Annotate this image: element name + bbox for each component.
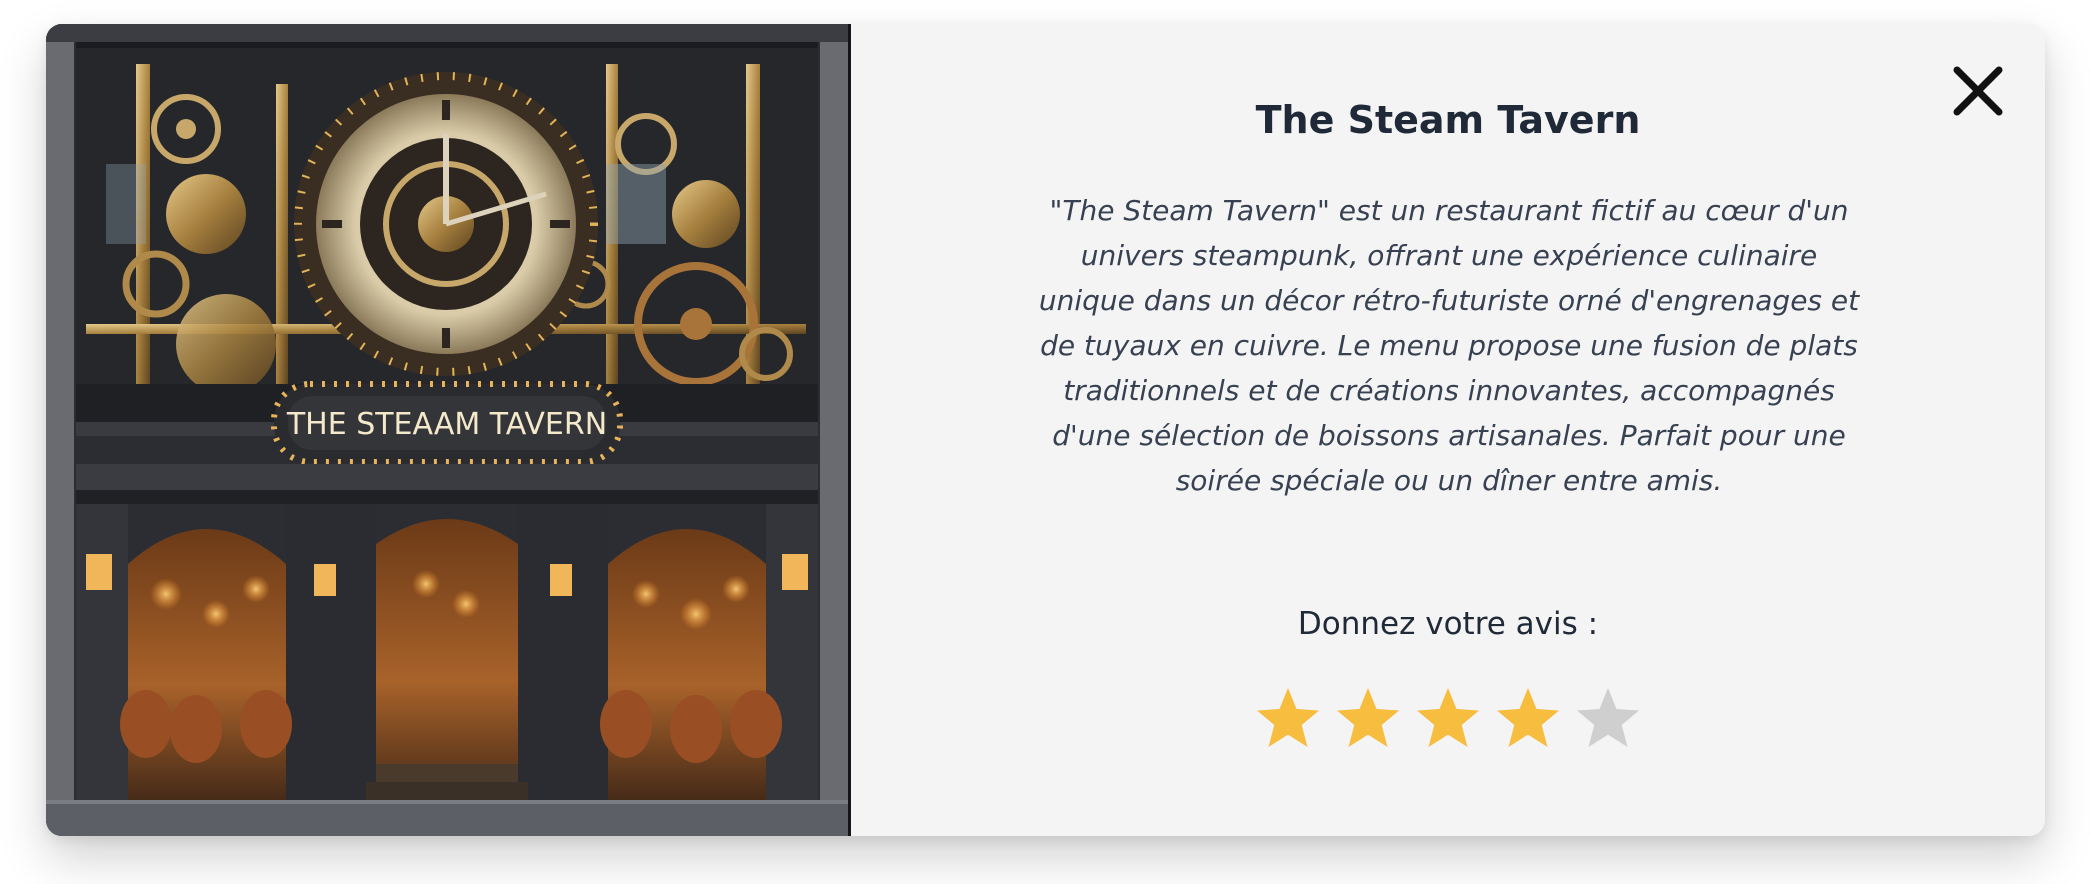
star-icon-3[interactable] bbox=[1413, 684, 1483, 754]
restaurant-title: The Steam Tavern bbox=[1255, 98, 1641, 142]
star-icon-2[interactable] bbox=[1333, 684, 1403, 754]
star-icon-4[interactable] bbox=[1493, 684, 1563, 754]
restaurant-sign-text: THE STEAAM TAVERN bbox=[286, 407, 607, 442]
star-rating bbox=[851, 684, 2045, 754]
restaurant-photo: THE STEAAM TAVERN bbox=[46, 24, 851, 836]
star-icon-5[interactable] bbox=[1573, 684, 1643, 754]
star-icon-1[interactable] bbox=[1253, 684, 1323, 754]
restaurant-modal: THE STEAAM TAVERN The Steam Tavern "The … bbox=[46, 24, 2045, 836]
rating-label: Donnez votre avis : bbox=[1297, 606, 1599, 642]
restaurant-description: "The Steam Tavern" est un restaurant fic… bbox=[1038, 194, 1860, 497]
details-panel: The Steam Tavern "The Steam Tavern" est … bbox=[851, 24, 2045, 836]
